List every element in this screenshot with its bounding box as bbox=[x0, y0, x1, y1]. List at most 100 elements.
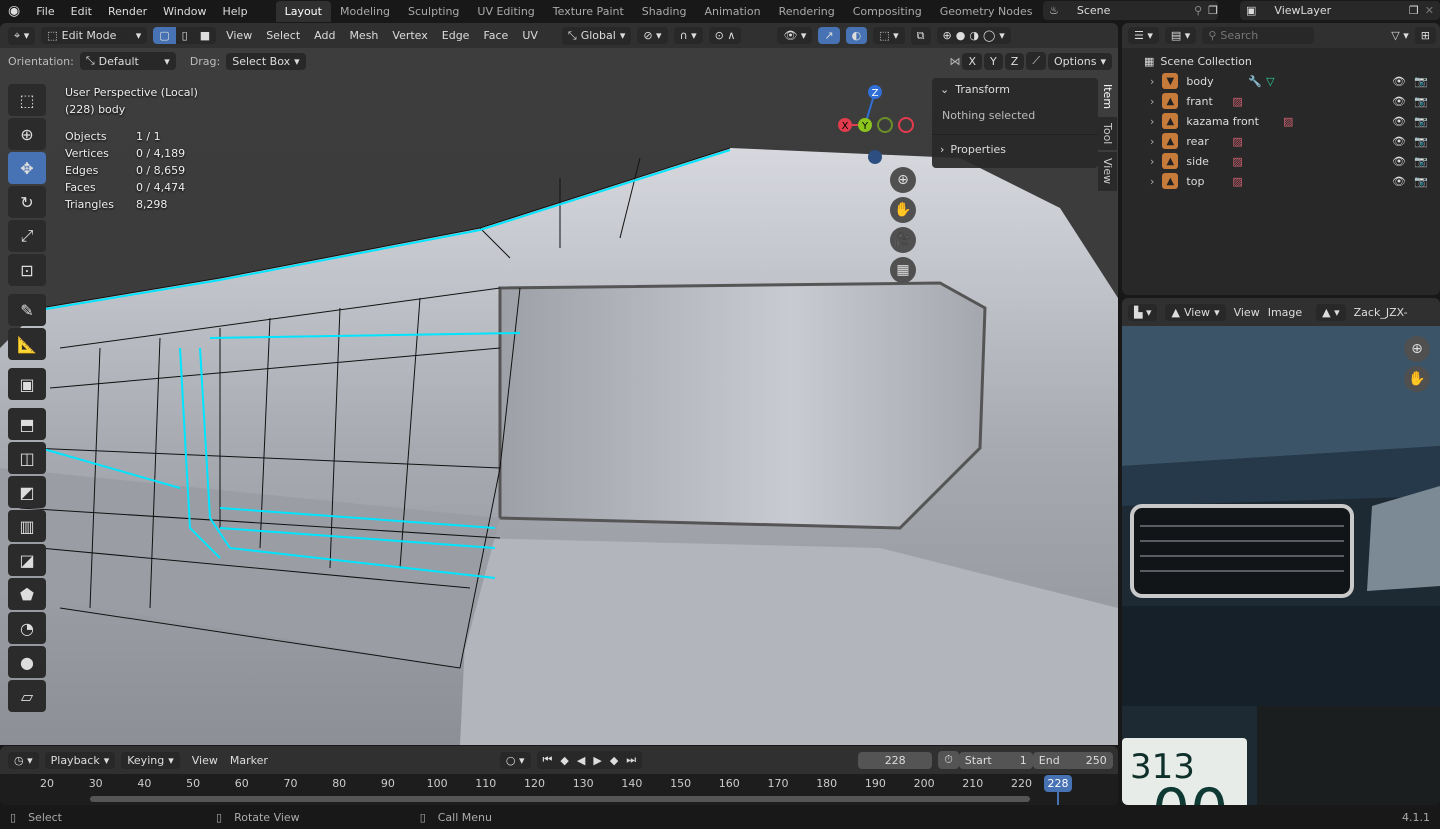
menu-add[interactable]: Add bbox=[310, 29, 339, 42]
item-name[interactable]: side bbox=[1186, 155, 1226, 168]
add-cube-tool-icon[interactable]: ▣ bbox=[8, 368, 46, 400]
keying-dropdown[interactable]: Keying ▾ bbox=[121, 751, 180, 769]
start-frame-field[interactable]: Start 1 bbox=[958, 751, 1033, 769]
visibility-eye-icon[interactable]: 👁 bbox=[1392, 115, 1406, 128]
mirror-z-toggle[interactable]: Z bbox=[1004, 52, 1025, 70]
measure-tool-icon[interactable]: 📐 bbox=[8, 328, 46, 360]
item-name[interactable]: rear bbox=[1186, 135, 1226, 148]
render-camera-icon[interactable]: 📷 bbox=[1414, 115, 1428, 128]
stopwatch-icon[interactable]: ⏱ bbox=[938, 751, 959, 769]
modifier-wrench-icon[interactable]: 🔧 bbox=[1248, 75, 1262, 88]
shading-modes[interactable]: ⊕ ● ◑ ◯ ▾ bbox=[936, 27, 1011, 44]
face-select-icon[interactable]: ■ bbox=[193, 27, 217, 44]
transform-panel-header[interactable]: ⌄ Transform bbox=[932, 78, 1098, 101]
mesh-edit-overlay-icon[interactable]: ⬚ ▾ bbox=[873, 27, 905, 44]
outliner-item-frant[interactable]: › ▲ frant ▨ 👁 📷 bbox=[1122, 91, 1440, 111]
overlay-toggle-icon[interactable]: ◐ bbox=[845, 27, 868, 44]
snap-icon[interactable]: ∩ ▾ bbox=[673, 27, 703, 44]
remove-view-layer-icon[interactable]: ✕ bbox=[1425, 4, 1440, 17]
item-name[interactable]: frant bbox=[1186, 95, 1226, 108]
edge-slide-tool-icon[interactable]: ▱ bbox=[8, 680, 46, 712]
menu-view[interactable]: View bbox=[222, 29, 256, 42]
blender-logo-icon[interactable]: ◉ bbox=[0, 3, 28, 19]
visibility-eye-icon[interactable]: 👁 bbox=[1392, 95, 1406, 108]
menu-image[interactable]: Image bbox=[1268, 306, 1302, 319]
drag-dropdown[interactable]: Select Box ▾ bbox=[226, 52, 306, 70]
tab-shading[interactable]: Shading bbox=[633, 1, 696, 22]
menu-marker[interactable]: Marker bbox=[230, 754, 268, 767]
menu-vertex[interactable]: Vertex bbox=[388, 29, 431, 42]
bevel-tool-icon[interactable]: ◩ bbox=[8, 476, 46, 508]
tab-sculpting[interactable]: Sculpting bbox=[399, 1, 468, 22]
zoom-icon[interactable]: ⊕ bbox=[890, 167, 916, 193]
sidebar-tab-tool[interactable]: Tool bbox=[1098, 117, 1117, 151]
next-keyframe-icon[interactable]: ◆ bbox=[610, 754, 618, 767]
tab-geometry-nodes[interactable]: Geometry Nodes bbox=[931, 1, 1042, 22]
rotate-tool-icon[interactable]: ↻ bbox=[8, 186, 46, 218]
view-layer-name[interactable]: ViewLayer bbox=[1274, 4, 1331, 17]
move-tool-icon[interactable]: ✥ bbox=[8, 152, 46, 184]
image-view-dropdown[interactable]: ▲ View ▾ bbox=[1165, 303, 1226, 321]
outliner-editor-type-icon[interactable]: ☰ ▾ bbox=[1128, 27, 1159, 44]
visibility-eye-icon[interactable]: 👁 bbox=[1392, 135, 1406, 148]
visibility-icon[interactable]: 👁 ▾ bbox=[777, 27, 813, 44]
play-reverse-icon[interactable]: ◀ bbox=[577, 754, 585, 767]
item-name[interactable]: body bbox=[1186, 75, 1236, 88]
image-editor[interactable]: ▙ ▾ ▲ View ▾ View Image ▲ ▾ Zack_JZX- 313… bbox=[1122, 298, 1440, 805]
tab-layout[interactable]: Layout bbox=[275, 1, 331, 22]
pivot-icon[interactable]: ⊘ ▾ bbox=[637, 27, 668, 44]
menu-window[interactable]: Window bbox=[155, 5, 214, 18]
playhead[interactable]: 228 bbox=[1044, 775, 1072, 792]
tab-modeling[interactable]: Modeling bbox=[331, 1, 399, 22]
outliner-item-kazama-front[interactable]: › ▲ kazama front ▨ 👁 📷 bbox=[1122, 111, 1440, 131]
outliner-item-rear[interactable]: › ▲ rear ▨ 👁 📷 bbox=[1122, 131, 1440, 151]
image-data-icon[interactable]: ▨ bbox=[1232, 135, 1242, 148]
visibility-eye-icon[interactable]: 👁 bbox=[1392, 175, 1406, 188]
prev-keyframe-icon[interactable]: ◆ bbox=[560, 754, 568, 767]
menu-face[interactable]: Face bbox=[479, 29, 512, 42]
tab-compositing[interactable]: Compositing bbox=[844, 1, 931, 22]
menu-image-view[interactable]: View bbox=[1234, 306, 1260, 319]
loop-cut-tool-icon[interactable]: ▥ bbox=[8, 510, 46, 542]
tab-rendering[interactable]: Rendering bbox=[770, 1, 844, 22]
new-collection-icon[interactable]: ⊞ bbox=[1414, 27, 1436, 44]
gizmo-toggle-icon[interactable]: ↗ bbox=[818, 27, 840, 44]
outliner-item-top[interactable]: › ▲ top ▨ 👁 📷 bbox=[1122, 171, 1440, 191]
orientation-dropdown[interactable]: ⤡ Default ▾ bbox=[79, 52, 176, 70]
image-pan-icon[interactable]: ✋ bbox=[1404, 366, 1430, 392]
image-browse-icon[interactable]: ▲ ▾ bbox=[1316, 303, 1346, 321]
editor-type-button[interactable]: ⌖ ▾ bbox=[8, 26, 36, 45]
scene-selector[interactable]: ♨ Scene ⚲ ❐ bbox=[1043, 1, 1218, 20]
image-data-icon[interactable]: ▨ bbox=[1232, 175, 1242, 188]
expand-chevron-icon[interactable]: › bbox=[1150, 115, 1154, 128]
timeline-editor-type-icon[interactable]: ◷ ▾ bbox=[8, 751, 39, 769]
extrude-tool-icon[interactable]: ⬒ bbox=[8, 408, 46, 440]
new-view-layer-icon[interactable]: ❐ bbox=[1409, 4, 1419, 17]
image-zoom-icon[interactable]: ⊕ bbox=[1404, 336, 1430, 362]
sidebar-tab-view[interactable]: View bbox=[1098, 152, 1117, 191]
tab-animation[interactable]: Animation bbox=[695, 1, 769, 22]
image-data-icon[interactable]: ▨ bbox=[1232, 155, 1242, 168]
gizmo-neg-x[interactable] bbox=[898, 117, 914, 133]
menu-render[interactable]: Render bbox=[100, 5, 155, 18]
options-dropdown[interactable]: Options ▾ bbox=[1048, 52, 1112, 70]
expand-chevron-icon[interactable]: › bbox=[1150, 175, 1154, 188]
outliner-item-body[interactable]: › ▼ body 🔧 ▽ 👁 📷 bbox=[1122, 71, 1440, 91]
inset-tool-icon[interactable]: ◫ bbox=[8, 442, 46, 474]
new-scene-icon[interactable]: ❐ bbox=[1208, 4, 1218, 17]
outliner-scene-collection[interactable]: ▦ Scene Collection bbox=[1122, 51, 1440, 71]
mirror-x-toggle[interactable]: X bbox=[962, 52, 983, 70]
sidebar-tab-item[interactable]: Item bbox=[1098, 78, 1117, 116]
menu-select[interactable]: Select bbox=[262, 29, 304, 42]
annotate-tool-icon[interactable]: ✎ bbox=[8, 294, 46, 326]
end-frame-field[interactable]: End 250 bbox=[1032, 751, 1113, 769]
transform-tool-icon[interactable]: ⊡ bbox=[8, 254, 46, 286]
display-mode-icon[interactable]: ▤ ▾ bbox=[1164, 27, 1197, 44]
expand-chevron-icon[interactable]: › bbox=[1150, 95, 1154, 108]
render-camera-icon[interactable]: 📷 bbox=[1414, 95, 1428, 108]
poly-build-tool-icon[interactable]: ⬟ bbox=[8, 578, 46, 610]
menu-edge[interactable]: Edge bbox=[438, 29, 474, 42]
image-editor-type-icon[interactable]: ▙ ▾ bbox=[1128, 303, 1158, 321]
jump-end-icon[interactable]: ⏭ bbox=[626, 753, 636, 767]
solid-shading-icon[interactable]: ● bbox=[956, 29, 966, 42]
